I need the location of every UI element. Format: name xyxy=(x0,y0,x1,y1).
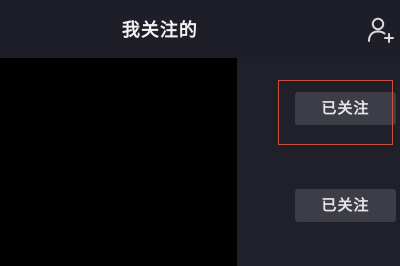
following-button[interactable]: 已关注 xyxy=(295,92,396,125)
top-bar: 我关注的 xyxy=(0,0,400,58)
add-user-icon[interactable] xyxy=(365,16,395,44)
video-thumbnail[interactable] xyxy=(0,58,237,266)
following-screen: 我关注的 已关注 已关注 xyxy=(0,0,400,266)
page-title: 我关注的 xyxy=(122,20,198,41)
add-user-icon-graphic xyxy=(368,17,394,43)
following-button[interactable]: 已关注 xyxy=(295,189,396,222)
